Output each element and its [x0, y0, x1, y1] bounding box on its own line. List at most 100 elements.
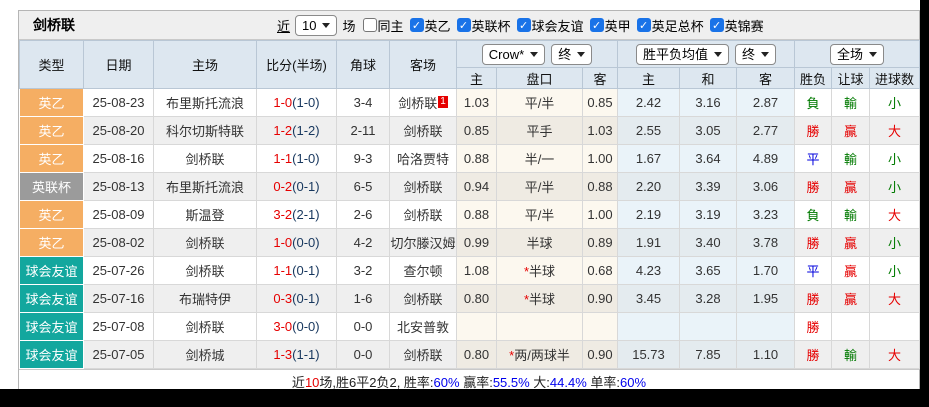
summary-segment: 赢率:: [459, 375, 493, 390]
handicap-cell: 平/半: [496, 88, 583, 117]
league-cell: 球会友谊: [19, 312, 84, 341]
league-cell: 球会友谊: [19, 284, 84, 313]
avg-home-cell: 15.73: [617, 340, 680, 369]
outcome-result-cell: 勝: [794, 228, 833, 257]
away-team-cell: 剑桥联: [389, 200, 457, 229]
filter-英乙[interactable]: ✓ 英乙: [409, 16, 451, 35]
handicap-cell: *半球: [496, 256, 583, 285]
subcol-handicap: 盘口: [496, 67, 583, 89]
subcol-handicap-result: 让球: [831, 67, 871, 89]
score-cell: 1-1(0-1): [256, 256, 337, 285]
odds-away-cell: 0.85: [582, 88, 618, 117]
score-cell: 0-2(0-1): [256, 172, 337, 201]
filter-英锦赛[interactable]: ✓ 英锦赛: [709, 16, 764, 35]
avg-home-cell: 2.20: [617, 172, 680, 201]
odds-away-cell: 1.03: [582, 116, 618, 145]
outcome-result-cell: 勝: [794, 312, 833, 341]
avg-type-select[interactable]: 胜平负均值: [636, 43, 730, 65]
filter-英甲[interactable]: ✓ 英甲: [589, 16, 631, 35]
half-score: (0-1): [292, 263, 320, 278]
summary-segment: 近: [291, 375, 305, 390]
recent-count-select[interactable]: 10: [295, 14, 338, 36]
score-cell: 1-1(1-0): [256, 144, 337, 173]
goals-result-cell: 小: [869, 144, 921, 173]
filter-英联杯[interactable]: ✓ 英联杯: [456, 16, 511, 35]
odds-away-cell: 0.68: [582, 256, 618, 285]
checkbox-checked[interactable]: ✓: [409, 18, 424, 32]
corner-cell: 0-0: [336, 312, 390, 341]
home-team-cell: 剑桥联: [153, 312, 257, 341]
result-group-header: 全场: [794, 40, 921, 68]
avg-draw-cell: 3.39: [679, 172, 737, 201]
goals-result-cell: 小: [869, 228, 921, 257]
league-cell: 英乙: [19, 228, 84, 257]
handicap-result-cell: 贏: [831, 172, 871, 201]
odds-away-cell: 1.00: [582, 144, 618, 173]
full-score: 0-2: [273, 179, 293, 194]
odds-state-select[interactable]: 终: [551, 43, 593, 65]
date-cell: 25-08-09: [83, 200, 154, 229]
handicap-text: 平/半: [524, 180, 555, 195]
odds-source-value: Crow*: [488, 46, 525, 62]
avg-state-select[interactable]: 终: [735, 43, 777, 65]
table-row: 球会友谊 25-07-16 布瑞特伊 0-3(0-1) 1-6 剑桥联 0.80 *半球 0.9…: [19, 284, 921, 313]
checkbox-unchecked[interactable]: [362, 18, 377, 32]
col-header-score: 比分(半场): [256, 40, 337, 89]
filter-球会友谊[interactable]: ✓ 球会友谊: [516, 16, 584, 35]
outcome-result-cell: 平: [794, 256, 833, 285]
date-cell: 25-08-20: [83, 116, 154, 145]
half-score: (1-0): [292, 95, 320, 110]
goals-result-cell: 小: [869, 88, 921, 117]
table-row: 英乙 25-08-02 剑桥联 1-0(0-0) 4-2 切尔滕汉姆 0.99 半球 0.89 1…: [19, 228, 921, 257]
league-cell: 英乙: [19, 116, 84, 145]
outcome-result-cell: 勝: [794, 284, 833, 313]
handicap-result-cell: 贏: [831, 284, 871, 313]
date-cell: 25-07-26: [83, 256, 154, 285]
handicap-cell: 平/半: [496, 172, 583, 201]
away-team-cell: 北安普敦: [389, 312, 457, 341]
summary-segment: 55.5%: [492, 375, 530, 390]
scope-value: 全场: [837, 46, 864, 62]
checkbox-checked[interactable]: ✓: [709, 18, 724, 32]
checkbox-checked[interactable]: ✓: [589, 18, 604, 32]
corner-cell: 2-6: [336, 200, 390, 229]
avg-draw-cell: 3.16: [679, 88, 737, 117]
half-score: (1-2): [292, 123, 320, 138]
league-cell: 球会友谊: [19, 256, 84, 285]
half-score: (1-1): [292, 347, 320, 362]
recent-count-value: 10: [302, 17, 317, 33]
summary-segment: 60%: [433, 375, 460, 390]
checkbox-checked[interactable]: ✓: [636, 18, 651, 32]
date-cell: 25-08-16: [83, 144, 154, 173]
odds-home-cell: 1.08: [456, 256, 497, 285]
goals-result-cell: 大: [869, 200, 921, 229]
goals-result-cell: 小: [869, 256, 921, 285]
full-score: 1-3: [273, 347, 293, 362]
avg-draw-cell: 3.05: [679, 116, 737, 145]
recent-link[interactable]: 近: [277, 16, 290, 35]
scope-select[interactable]: 全场: [830, 43, 885, 65]
team-title: 剑桥联: [33, 17, 75, 33]
avg-home-cell: 1.91: [617, 228, 680, 257]
odds-source-select[interactable]: Crow*: [481, 43, 546, 65]
handicap-result-cell: 輸: [831, 200, 871, 229]
date-cell: 25-07-08: [83, 312, 154, 341]
odds-home-cell: [456, 312, 497, 341]
avg-draw-cell: [679, 312, 737, 341]
col-header-home: 主场: [153, 40, 257, 89]
outcome-result-cell: 勝: [794, 172, 833, 201]
filter-label: 英联杯: [471, 18, 511, 34]
checkbox-checked[interactable]: ✓: [516, 18, 531, 32]
match-history-panel: 剑桥联 近 10 场 同主 ✓ 英乙 ✓ 英联杯 ✓ 球会友谊 ✓ 英甲 ✓ 英足总杯 ✓ 英锦赛 类型…: [18, 10, 921, 397]
filter-同主[interactable]: 同主: [362, 16, 404, 35]
half-score: (0-0): [292, 319, 320, 334]
red-card-badge: 1: [438, 96, 448, 108]
handicap-result-cell: 贏: [831, 228, 871, 257]
home-team-cell: 剑桥联: [153, 228, 257, 257]
checkbox-checked[interactable]: ✓: [456, 18, 471, 32]
avg-group-header: 胜平负均值 终: [616, 40, 796, 68]
handicap-text: 两/两球半: [514, 348, 570, 363]
goals-result-cell: 大: [869, 284, 921, 313]
filter-英足总杯[interactable]: ✓ 英足总杯: [636, 16, 704, 35]
odds-home-cell: 0.88: [456, 200, 497, 229]
